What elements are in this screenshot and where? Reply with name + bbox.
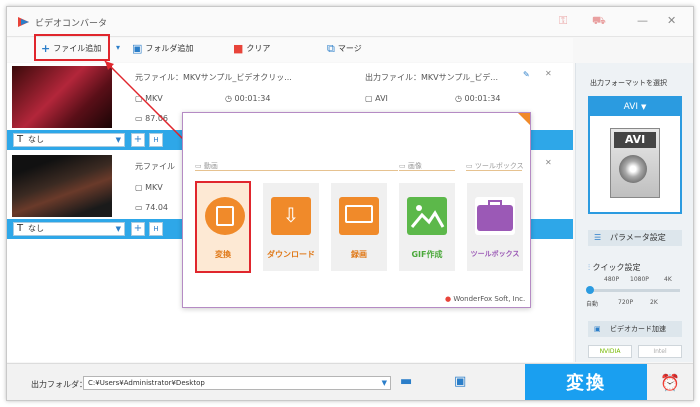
chevron-down-icon: ▼ xyxy=(381,379,387,387)
chevron-down-icon: ▼ xyxy=(640,103,647,111)
disc-icon xyxy=(619,155,647,183)
text-icon: T xyxy=(17,223,24,234)
quality-label: 2K xyxy=(650,299,658,306)
divider xyxy=(195,170,398,171)
convert-tile[interactable]: 変換 xyxy=(195,181,251,273)
format-heading: 出力フォーマットを選択 xyxy=(590,79,667,87)
wonderfox-logo-icon: ● xyxy=(445,295,452,303)
quality-slider[interactable] xyxy=(586,286,680,294)
subtitle-select[interactable]: T なし ▼ xyxy=(13,222,125,236)
open-folder-icon[interactable]: ▬ xyxy=(400,374,412,389)
merge-icon: ⧉ xyxy=(327,41,335,55)
output-location-icon[interactable]: ▣ xyxy=(454,374,466,389)
format-selector[interactable]: AVI ▼ AVI xyxy=(588,96,682,214)
source-duration: ◷ 00:01:34 xyxy=(225,94,271,103)
quality-label: 720P xyxy=(618,299,634,306)
record-tile[interactable]: 録画 xyxy=(331,183,387,271)
key-icon[interactable]: ⚿ xyxy=(559,14,567,28)
chevron-down-icon: ▼ xyxy=(115,225,121,233)
cart-icon[interactable]: ⛟ xyxy=(592,14,606,29)
app-window: ビデオコンバータ ⚿ ⛟ — ✕ + ファイル追加 ▾ ▣ フォルダ追加 ■ ク… xyxy=(6,6,694,401)
source-file-name: 元ファイル xyxy=(135,162,175,171)
quality-label: 480P xyxy=(604,276,620,283)
avi-format-icon: AVI xyxy=(610,128,660,198)
source-file-name: 元ファイル：MKVサンプル_ビデオクリッ... xyxy=(135,73,292,82)
title-bar: ビデオコンバータ ⚿ ⛟ — ✕ xyxy=(7,7,693,37)
video-thumbnail xyxy=(12,155,112,217)
text-icon: T xyxy=(17,134,24,145)
video-thumbnail xyxy=(12,66,112,128)
close-button[interactable]: ✕ xyxy=(667,14,676,27)
download-icon: ⇩ xyxy=(271,197,311,235)
remove-file-icon[interactable]: ✕ xyxy=(545,158,552,167)
convert-film-icon xyxy=(205,197,245,235)
gif-maker-tile[interactable]: GIF作成 xyxy=(399,183,455,271)
source-format: ▢ MKV xyxy=(135,183,163,192)
quality-label: 1080P xyxy=(630,276,649,283)
add-subtitle-button[interactable]: + xyxy=(131,133,145,147)
nvidia-badge[interactable]: NVIDIA xyxy=(588,345,632,358)
add-file-dropdown-icon[interactable]: ▾ xyxy=(116,43,120,52)
brand-footer: ● WonderFox Soft, Inc. xyxy=(445,295,526,303)
app-logo-icon xyxy=(18,17,29,27)
clear-button[interactable]: ■ クリア xyxy=(233,43,270,54)
trash-icon: ■ xyxy=(233,41,244,55)
corner-ribbon xyxy=(518,113,530,125)
bottom-bar: 出力フォルダ： C:¥Users¥Administrator¥Desktop ▼… xyxy=(7,363,693,400)
screen-record-icon xyxy=(339,197,379,235)
edit-name-icon[interactable]: ✎ xyxy=(523,70,530,79)
quick-settings-heading: ⫶ クイック設定 xyxy=(588,263,641,272)
output-file-name: 出力ファイル：MKVサンプル_ビデ... xyxy=(365,73,499,82)
selected-format: AVI ▼ xyxy=(590,98,680,116)
chevron-down-icon: ▼ xyxy=(115,136,121,144)
output-folder-input[interactable]: C:¥Users¥Administrator¥Desktop ▼ xyxy=(83,376,391,390)
output-duration: ◷ 00:01:34 xyxy=(455,94,501,103)
add-folder-button[interactable]: ▣ フォルダ追加 xyxy=(132,43,193,54)
gpu-acceleration-toggle[interactable]: ▣ ビデオカード加速 xyxy=(588,321,682,337)
merge-button[interactable]: ⧉ マージ xyxy=(327,43,362,54)
quality-slider-handle xyxy=(586,286,594,294)
output-folder-label: 出力フォルダ： xyxy=(31,380,87,389)
add-file-highlight xyxy=(34,34,110,61)
source-size: ▭ 74.04 xyxy=(135,203,169,212)
image-icon xyxy=(407,197,447,235)
remove-file-icon[interactable]: ✕ xyxy=(545,69,552,78)
convert-button[interactable]: 変換 xyxy=(525,364,647,400)
app-title: ビデオコンバータ xyxy=(35,19,108,29)
minimize-button[interactable]: — xyxy=(637,14,648,27)
folder-icon: ▣ xyxy=(132,41,143,55)
divider xyxy=(466,170,522,171)
output-format: ▢ AVI xyxy=(365,94,388,103)
add-subtitle-button[interactable]: + xyxy=(131,222,145,236)
quick-settings-icon: ⫶ xyxy=(588,263,590,272)
output-settings-panel: 出力フォーマットを選択 AVI ▼ AVI ☰ パラメータ設定 ⫶ クイック設定 … xyxy=(575,63,693,362)
source-format: ▢ MKV xyxy=(135,94,163,103)
settings-icon: ☰ xyxy=(594,233,602,242)
toolbox-icon xyxy=(475,197,515,235)
subtitle-select[interactable]: T なし ▼ xyxy=(13,133,125,147)
function-menu-dialog: ▭ 動画 ▭ 画像 ▭ ツールボックス 変換 ⇩ ダウンロード 録画 GIF作成… xyxy=(182,112,531,308)
chip-icon: ▣ xyxy=(594,325,601,333)
intel-badge[interactable]: Intel xyxy=(638,345,682,358)
audio-track-button[interactable]: H xyxy=(149,222,163,236)
divider xyxy=(399,170,455,171)
source-size: ▭ 87.06 xyxy=(135,114,169,123)
audio-track-button[interactable]: H xyxy=(149,133,163,147)
alarm-clock-icon[interactable]: ⏰ xyxy=(660,373,680,392)
quality-label: 4K xyxy=(664,276,672,283)
quality-label: 自動 xyxy=(586,301,599,308)
parameter-settings-button[interactable]: ☰ パラメータ設定 xyxy=(588,230,682,246)
download-tile[interactable]: ⇩ ダウンロード xyxy=(263,183,319,271)
toolbox-tile[interactable]: ツールボックス xyxy=(467,183,523,271)
